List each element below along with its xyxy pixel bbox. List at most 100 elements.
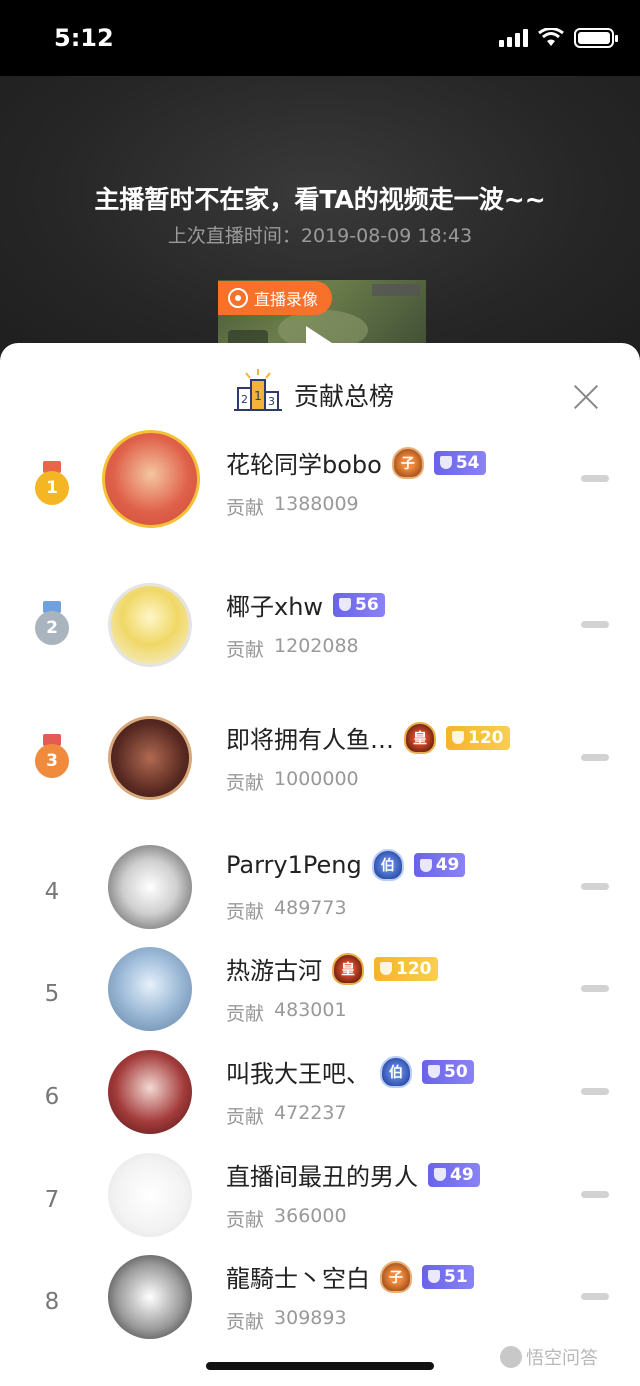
nickname[interactable]: 椰子xhw [226, 587, 323, 622]
contribution-value: 472237 [274, 1102, 347, 1124]
contribution-label: 贡献 [226, 772, 265, 794]
avatar[interactable] [102, 430, 200, 528]
contribution: 贡献 472237 [226, 1102, 347, 1129]
level-badge: 50 [422, 1059, 474, 1084]
avatar[interactable] [108, 1153, 192, 1237]
shield-icon [434, 1168, 446, 1181]
ranking-row[interactable]: 7 直播间最丑的男人 49 贡献 366000 [0, 1153, 640, 1253]
ranking-row[interactable]: 5 热游古河皇 120 贡献 483001 [0, 947, 640, 1047]
rank-trend-icon [581, 621, 609, 628]
nickname[interactable]: 龍騎士丶空白 [226, 1259, 370, 1294]
contribution-value: 489773 [274, 897, 347, 919]
watermark-logo-icon [500, 1346, 522, 1368]
nickname-line: 花轮同学bobo 子 54 [226, 445, 486, 480]
rank-number: 1 [35, 471, 69, 505]
ranking-row[interactable]: 1 花轮同学bobo 子 54 贡献 1388009 [0, 430, 640, 543]
sheet-title: 贡献总榜 [294, 382, 395, 411]
rank-number: 4 [44, 879, 60, 905]
last-live-time: 上次直播时间：2019-08-09 18:43 [167, 225, 473, 247]
nickname[interactable]: 即将拥有人鱼… [226, 720, 394, 755]
level-badge: 120 [374, 956, 438, 981]
avatar[interactable] [108, 716, 192, 800]
nickname[interactable]: 直播间最丑的男人 [226, 1157, 418, 1192]
nickname-line: 即将拥有人鱼… 皇 120 [226, 720, 510, 755]
nickname-line: 龍騎士丶空白子 51 [226, 1259, 474, 1294]
nickname-line: Parry1Peng 伯 49 [226, 849, 466, 881]
level-badge: 49 [413, 853, 466, 877]
level-badge: 120 [446, 725, 510, 750]
replay-tag-label: 直播录像 [254, 290, 319, 309]
avatar[interactable] [108, 947, 192, 1031]
ranking-row[interactable]: 8 龍騎士丶空白子 51 贡献 309893 [0, 1255, 640, 1355]
podium-icon: 1 2 3 [234, 369, 282, 411]
shield-icon [428, 1065, 440, 1078]
contribution-value: 366000 [274, 1205, 347, 1227]
close-icon[interactable] [566, 377, 606, 417]
rank-trend-icon [581, 1191, 609, 1198]
contribution: 贡献 489773 [226, 897, 347, 924]
contribution-value: 1202088 [274, 635, 359, 657]
avatar[interactable] [108, 845, 192, 929]
contribution-label: 贡献 [226, 1209, 265, 1231]
rank-number: 7 [44, 1187, 60, 1213]
wifi-icon [538, 28, 564, 46]
contribution-label: 贡献 [226, 497, 265, 519]
ranking-row[interactable]: 2 椰子xhw 56 贡献 1202088 [0, 583, 640, 683]
nickname[interactable]: 叫我大王吧、 [226, 1054, 370, 1089]
ranking-row[interactable]: 3 即将拥有人鱼… 皇 120 贡献 1000000 [0, 716, 640, 816]
level-number: 54 [455, 452, 480, 473]
level-number: 56 [355, 594, 379, 615]
shield-icon [452, 731, 464, 744]
rank-number: 5 [44, 981, 60, 1007]
noble-rank-badge: 皇 [332, 952, 364, 985]
level-badge: 54 [433, 450, 486, 475]
status-time: 5:12 [54, 24, 114, 52]
noble-rank-badge: 伯 [380, 1055, 412, 1088]
rank-medal-icon: 1 [34, 461, 70, 511]
replay-tag[interactable]: 直播录像 [218, 281, 333, 315]
rank-trend-icon [581, 754, 609, 761]
ranking-row[interactable]: 6 叫我大王吧、伯 50 贡献 472237 [0, 1050, 640, 1150]
replay-icon [228, 288, 248, 308]
live-room-area: 主播暂时不在家，看TA的视频走一波~~ 上次直播时间：2019-08-09 18… [0, 76, 640, 366]
contribution: 贡献 1000000 [226, 768, 359, 795]
shield-icon [428, 1270, 440, 1283]
noble-rank-badge: 伯 [371, 849, 404, 881]
level-number: 50 [444, 1061, 468, 1082]
rank-trend-icon [581, 475, 609, 482]
nickname-line: 热游古河皇 120 [226, 951, 438, 986]
offline-title: 主播暂时不在家，看TA的视频走一波~~ [94, 185, 546, 214]
ranking-row[interactable]: 4 Parry1Peng 伯 49 贡献 489773 [0, 845, 640, 945]
level-number: 49 [435, 855, 460, 875]
contribution-value: 1388009 [274, 493, 359, 515]
rank-medal-icon: 3 [34, 734, 70, 784]
signal-icon [499, 29, 528, 47]
rank-number: 3 [35, 744, 69, 778]
contribution-label: 贡献 [226, 1106, 265, 1128]
noble-rank-badge: 皇 [404, 721, 436, 754]
rank-number: 6 [44, 1084, 60, 1110]
contribution: 贡献 1202088 [226, 635, 359, 662]
rank-number: 2 [35, 611, 69, 645]
contribution: 贡献 309893 [226, 1307, 347, 1334]
svg-text:1: 1 [254, 389, 262, 403]
avatar[interactable] [108, 1050, 192, 1134]
nickname[interactable]: 热游古河 [226, 951, 322, 986]
svg-text:2: 2 [241, 393, 248, 406]
contribution-sheet: 1 2 3 贡献总榜 1 花轮同学bobo 子 54 贡献 1388009 2 椰子xhw 56… [0, 343, 640, 1386]
level-number: 120 [468, 727, 504, 748]
avatar[interactable] [108, 1255, 192, 1339]
level-number: 120 [396, 958, 432, 979]
nickname[interactable]: Parry1Peng [226, 851, 362, 879]
status-bar: 5:12 [0, 0, 640, 76]
avatar[interactable] [108, 583, 192, 667]
rank-trend-icon [581, 985, 609, 992]
level-badge: 56 [333, 592, 385, 617]
contribution-value: 1000000 [274, 768, 359, 790]
nickname[interactable]: 花轮同学bobo [226, 445, 382, 480]
contribution: 贡献 366000 [226, 1205, 347, 1232]
contribution-label: 贡献 [226, 639, 265, 661]
status-icons [499, 28, 618, 48]
home-indicator[interactable] [206, 1362, 434, 1370]
rank-trend-icon [581, 1293, 609, 1300]
